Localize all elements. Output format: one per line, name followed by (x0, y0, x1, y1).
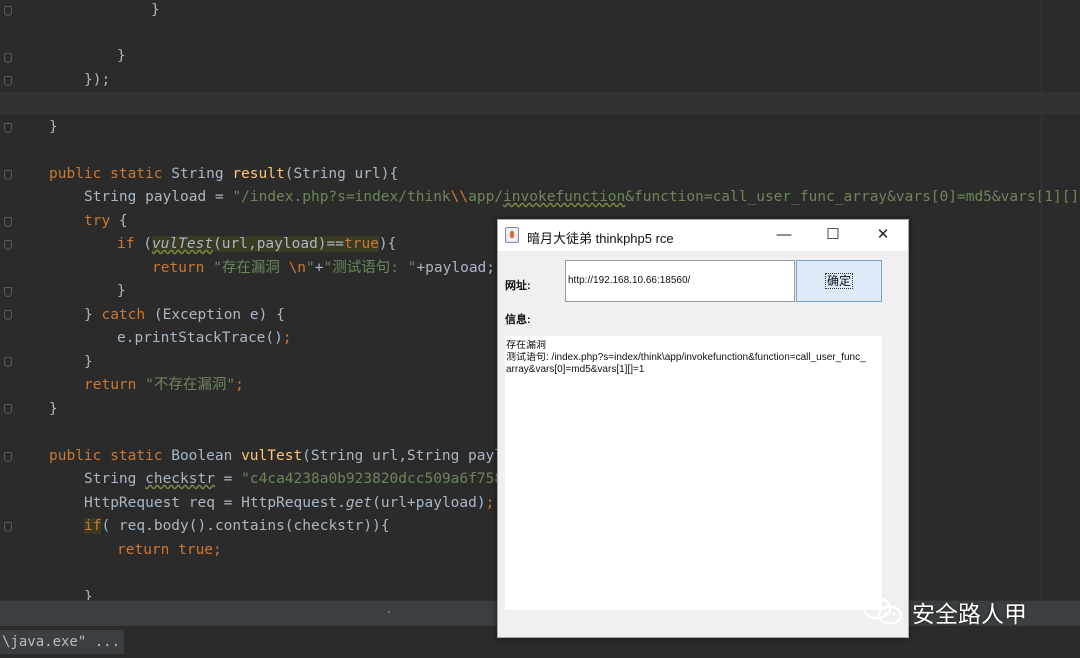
wechat-icon (862, 596, 903, 625)
run-tab[interactable]: \java.exe" ... (0, 630, 125, 654)
code-line: } catch (Exception e) { (84, 307, 285, 323)
fold-marker-icon[interactable] (4, 217, 12, 227)
code-line: public static Boolean vulTest(String url… (49, 448, 512, 464)
confirm-button-label: 确定 (824, 273, 853, 289)
status-divider (388, 611, 390, 613)
rce-tool-window: 暗月大徒弟 thinkphp5 rce — ☐ ✕ 网址: http://192… (497, 219, 909, 638)
code-line: } (49, 401, 58, 417)
current-line-highlight (0, 92, 1080, 115)
fold-marker-icon[interactable] (4, 123, 12, 133)
fold-marker-icon[interactable] (4, 310, 12, 320)
code-line: } (117, 48, 126, 64)
code-line: e.printStackTrace(); (117, 330, 292, 346)
fold-marker-icon[interactable] (4, 170, 12, 180)
code-line: String payload = "/index.php?s=index/thi… (84, 189, 1080, 205)
editor-scroll-gutter[interactable] (1041, 0, 1080, 600)
code-line: } (151, 2, 160, 18)
fold-marker-icon[interactable] (4, 357, 12, 367)
code-line: String checkstr = "c4ca4238a0b923820dcc5… (84, 471, 504, 487)
code-line: public static String result(String url){ (49, 166, 399, 182)
fold-marker-icon[interactable] (4, 240, 12, 250)
code-line: try { (84, 213, 128, 229)
maximize-button[interactable]: ☐ (818, 224, 848, 246)
output-line: 存在漏洞 (506, 340, 546, 351)
fold-marker-icon[interactable] (4, 522, 12, 532)
code-line: return "存在漏洞 \n"+"测试语句: "+payload; (152, 260, 496, 276)
fold-marker-icon[interactable] (4, 53, 12, 63)
code-line: if (vulTest(url,payload)==true){ (117, 236, 397, 252)
code-line: } (84, 354, 93, 370)
fold-marker-icon[interactable] (4, 404, 12, 414)
url-input[interactable]: http://192.168.10.66:18560/ (565, 260, 795, 302)
code-line: if( req.body().contains(checkstr)){ (84, 518, 390, 534)
info-label: 信息: (505, 314, 531, 326)
window-title: 暗月大徒弟 thinkphp5 rce (527, 231, 674, 246)
fold-marker-icon[interactable] (4, 76, 12, 86)
output-textarea[interactable]: 存在漏洞 测试语句: /index.php?s=index/think\app/… (505, 336, 882, 610)
output-line: array&vars[0]=md5&vars[1][]=1 (506, 364, 645, 375)
close-button[interactable]: ✕ (868, 224, 898, 246)
minimize-button[interactable]: — (769, 224, 799, 246)
java-app-icon (505, 227, 519, 243)
code-line: } (117, 283, 126, 299)
code-line: }); (84, 72, 111, 88)
confirm-button[interactable]: 确定 (796, 260, 882, 302)
code-line: return "不存在漏洞"; (84, 377, 244, 393)
code-line: HttpRequest req = HttpRequest.get(url+pa… (84, 495, 495, 511)
window-titlebar[interactable]: 暗月大徒弟 thinkphp5 rce — ☐ ✕ (498, 220, 908, 251)
code-line: } (49, 119, 58, 135)
watermark-text: 安全路人甲 (912, 602, 1027, 628)
fold-marker-icon[interactable] (4, 6, 12, 16)
code-line: } (84, 589, 93, 600)
url-label: 网址: (505, 280, 531, 292)
fold-marker-icon[interactable] (4, 287, 12, 297)
fold-marker-icon[interactable] (4, 452, 12, 462)
code-line: return true; (117, 542, 222, 558)
output-line: 测试语句: /index.php?s=index/think\app/invok… (506, 352, 866, 363)
